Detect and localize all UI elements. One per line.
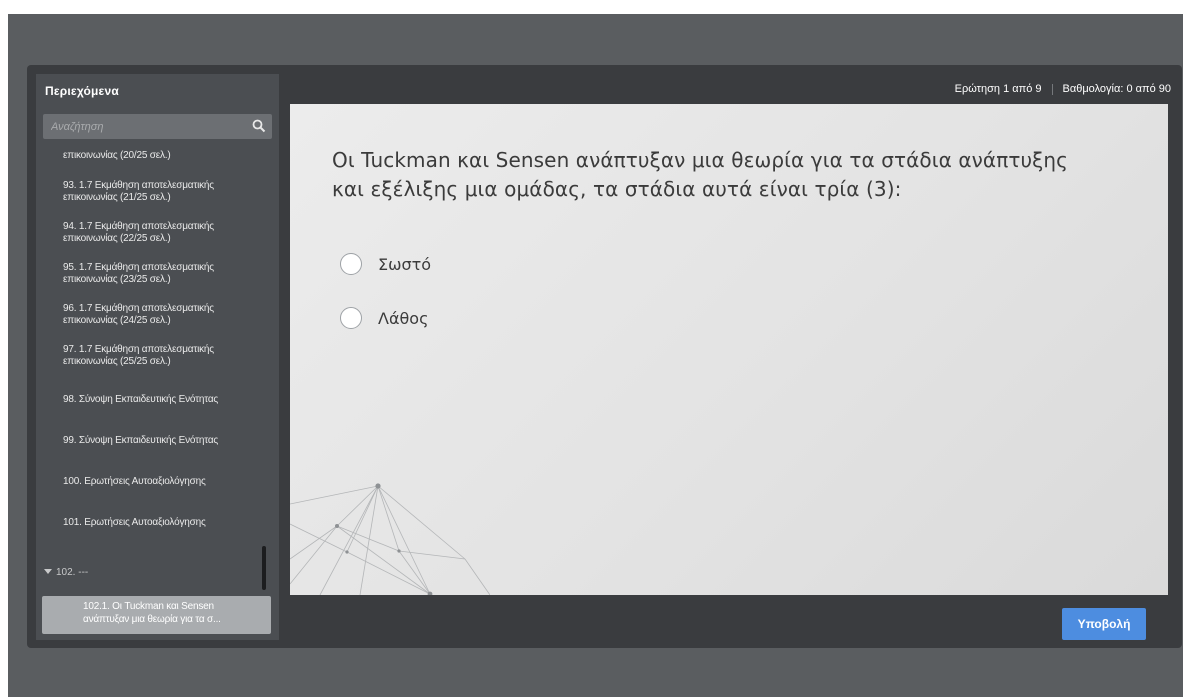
outline-group-label: 102. ---	[56, 567, 89, 578]
caret-down-icon	[44, 569, 52, 574]
outline-item-current[interactable]: 102.1. Οι Tuckman και Sensen ανάπτυξαν μι…	[42, 596, 271, 634]
score-display: Βαθμολογία: 0 από 90	[1062, 83, 1171, 95]
outline-item[interactable]: 96. 1.7 Εκμάθηση αποτελεσματικής επικοινω…	[63, 303, 263, 327]
option-label: Λάθος	[378, 308, 429, 328]
outline-group-toggle[interactable]: 102. ---	[44, 567, 88, 578]
outline-item[interactable]: επικοινωνίας (20/25 σελ.)	[63, 150, 263, 162]
outline-item[interactable]: 99. Σύνοψη Εκπαιδευτικής Ενότητας	[63, 435, 263, 447]
radio-button[interactable]	[340, 307, 362, 329]
outline-item[interactable]: 95. 1.7 Εκμάθηση αποτελεσματικής επικοινω…	[63, 262, 263, 286]
network-decoration-graphic	[290, 483, 490, 595]
outline-item[interactable]: 97. 1.7 Εκμάθηση αποτελεσματικής επικοινω…	[63, 344, 263, 368]
search-box	[43, 114, 272, 139]
question-counter: Ερώτηση 1 από 9	[954, 83, 1042, 95]
question-text: Οι Tuckman και Sensen ανάπτυξαν μια θεωρ…	[332, 148, 1069, 201]
outline-list: επικοινωνίας (20/25 σελ.) 93. 1.7 Εκμάθη…	[36, 146, 279, 640]
outline-item[interactable]: 93. 1.7 Εκμάθηση αποτελεσματικής επικοινω…	[63, 180, 263, 204]
current-item-label: 102.1. Οι Tuckman και Sensen ανάπτυξαν μι…	[83, 601, 221, 625]
search-icon[interactable]	[252, 119, 266, 133]
outline-item[interactable]: 94. 1.7 Εκμάθηση αποτελεσματικής επικοινω…	[63, 221, 263, 245]
sidebar-scrollbar[interactable]	[262, 546, 266, 590]
status-divider	[1051, 83, 1053, 95]
search-input[interactable]	[43, 114, 243, 139]
outline-item[interactable]: 101. Ερωτήσεις Αυτοαξιολόγησης	[63, 517, 263, 529]
radio-button[interactable]	[340, 253, 362, 275]
answer-option-false[interactable]: Λάθος	[340, 305, 428, 331]
outline-item[interactable]: 98. Σύνοψη Εκπαιδευτικής Ενότητας	[63, 394, 263, 406]
sidebar: Περιεχόμενα επικοινωνίας (20/25 σελ.) 93…	[36, 74, 279, 640]
submit-button[interactable]: Υποβολή	[1062, 608, 1146, 640]
quiz-status: Ερώτηση 1 από 9 Βαθμολογία: 0 από 90	[955, 83, 1171, 95]
answer-option-true[interactable]: Σωστό	[340, 251, 431, 277]
option-label: Σωστό	[378, 254, 432, 274]
sidebar-title: Περιεχόμενα	[45, 84, 119, 98]
outline-item[interactable]: 100. Ερωτήσεις Αυτοαξιολόγησης	[63, 476, 263, 488]
question-slide: Οι Tuckman και Sensen ανάπτυξαν μια θεωρ…	[290, 104, 1168, 595]
